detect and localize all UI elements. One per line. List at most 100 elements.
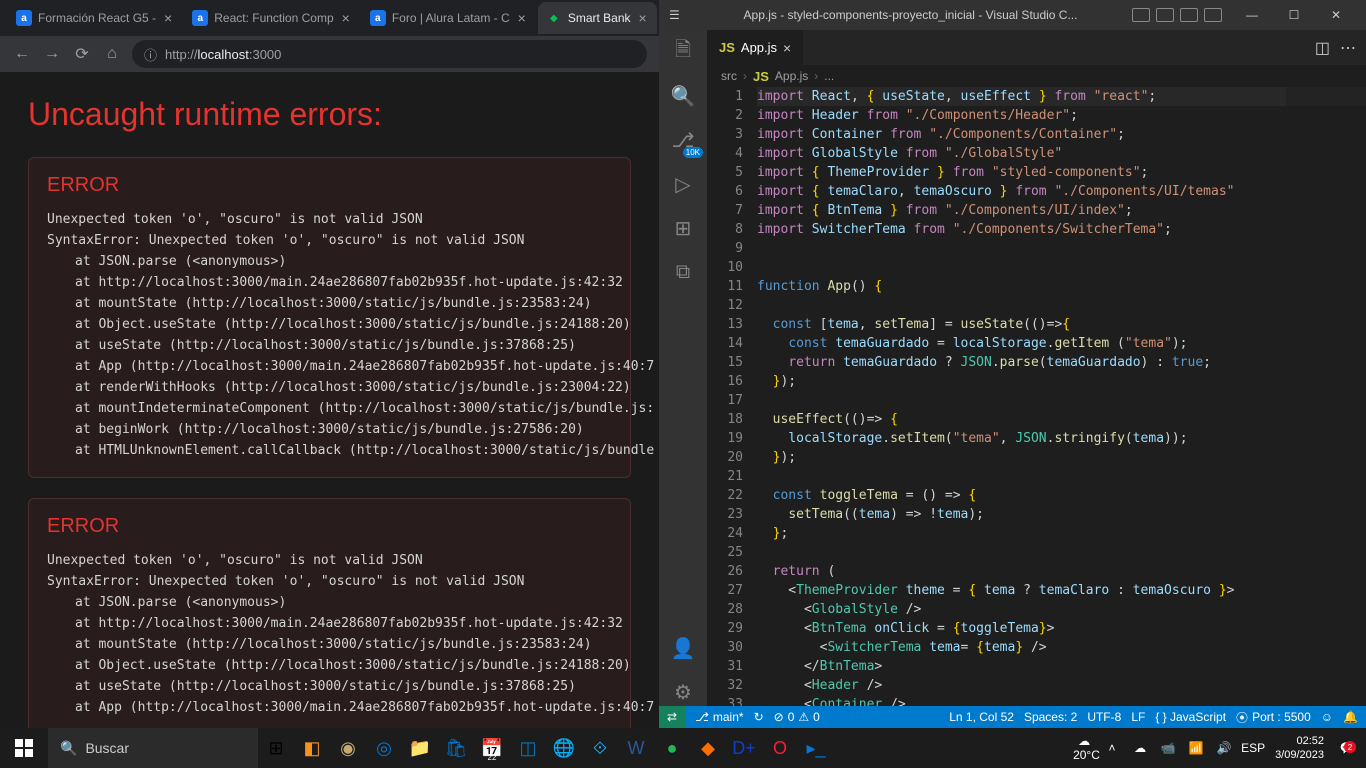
breadcrumb-item[interactable]: ... <box>824 69 834 83</box>
git-branch[interactable]: ⎇ main* <box>695 710 744 724</box>
source-control-icon[interactable]: ⎇ <box>669 126 697 154</box>
js-file-icon: JS <box>753 69 769 84</box>
system-tray: ☁ 20°C ˄ ☁ 📹 📶 🔊 ESP 02:52 3/09/2023 💬 <box>1073 734 1366 762</box>
app-icon-fusion[interactable]: ◧ <box>294 728 330 768</box>
app-icon-opera[interactable]: O <box>762 728 798 768</box>
browser-tab-1[interactable]: aReact: Function Comp× <box>184 2 360 34</box>
explorer-icon[interactable]: 🗎 <box>669 38 697 66</box>
app-icon-vscode[interactable]: ⟐ <box>582 728 618 768</box>
weather-widget[interactable]: ☁ 20°C <box>1073 734 1095 762</box>
editor-tab-close-icon[interactable]: × <box>783 40 791 56</box>
site-info-icon[interactable]: ⓘ <box>144 45 157 64</box>
tray-overflow-icon[interactable]: ˄ <box>1101 741 1123 755</box>
nav-forward-icon[interactable]: → <box>42 45 62 63</box>
debug-icon[interactable]: ▷ <box>669 170 697 198</box>
layout-btn-2[interactable] <box>1156 8 1174 22</box>
code-editor[interactable]: 1234567891011121314151617181920212223242… <box>707 87 1366 706</box>
layout-btn-3[interactable] <box>1180 8 1198 22</box>
tab-label-1: React: Function Comp <box>214 11 333 25</box>
browser-tab-0[interactable]: aFormación React G5 -× <box>8 2 182 34</box>
cursor-position[interactable]: Ln 1, Col 52 <box>949 710 1014 724</box>
wifi-icon[interactable]: 📶 <box>1185 741 1207 755</box>
browser-tab-3[interactable]: ◆Smart Bank× <box>538 2 657 34</box>
error-summary-1: Unexpected token 'o', "oscuro" is not va… <box>47 550 612 571</box>
hamburger-icon[interactable]: ☰ <box>669 8 689 22</box>
app-icon-calendar[interactable]: 📅 <box>474 728 510 768</box>
breadcrumb-item[interactable]: App.js <box>775 69 808 83</box>
tab-label-3: Smart Bank <box>568 11 631 25</box>
notifications-icon[interactable]: 🔔 <box>1343 710 1358 724</box>
task-view-icon[interactable]: ⊞ <box>258 728 294 768</box>
app-icon-spotify[interactable]: ● <box>654 728 690 768</box>
extensions-icon[interactable]: ⊞ <box>669 214 697 242</box>
vscode-titlebar[interactable]: ☰ App.js - styled-components-proyecto_in… <box>659 0 1366 30</box>
action-center-icon[interactable]: 💬 <box>1336 741 1358 755</box>
split-editor-icon[interactable]: ◫ <box>1315 38 1330 58</box>
minimize-icon[interactable]: — <box>1232 0 1272 30</box>
remote-icon[interactable]: ⧉ <box>669 258 697 286</box>
more-actions-icon[interactable]: ⋯ <box>1340 38 1356 58</box>
live-server-port[interactable]: ⦿ Port : 5500 <box>1236 709 1311 726</box>
onedrive-icon[interactable]: ☁ <box>1129 741 1151 755</box>
app-icon-trello[interactable]: ◫ <box>510 728 546 768</box>
app-icon-misc[interactable]: ◆ <box>690 728 726 768</box>
app-icon-word[interactable]: W <box>618 728 654 768</box>
error-summary-0: Unexpected token 'o', "oscuro" is not va… <box>47 209 612 230</box>
nav-home-icon[interactable]: ⌂ <box>102 45 122 63</box>
diagnostics[interactable]: ⊘ 0 ⚠ 0 <box>774 710 820 724</box>
sync-icon[interactable]: ↻ <box>754 710 764 724</box>
layout-btn-4[interactable] <box>1204 8 1222 22</box>
clock[interactable]: 02:52 3/09/2023 <box>1269 734 1330 762</box>
breadcrumb-item[interactable]: src <box>721 69 737 83</box>
eol[interactable]: LF <box>1131 710 1145 724</box>
breadcrumb[interactable]: src › JS App.js › ... <box>707 65 1366 87</box>
search-icon: 🔍 <box>60 740 77 757</box>
windows-taskbar: 🔍 Buscar ⊞ ◧ ◉ ◎ 📁 🛍 📅 ◫ 🌐 ⟐ W ● ◆ D+ O … <box>0 728 1366 768</box>
app-icon-terminal[interactable]: ▸_ <box>798 728 834 768</box>
volume-icon[interactable]: 🔊 <box>1213 741 1235 755</box>
browser-viewport: Uncaught runtime errors: ERROR Unexpecte… <box>0 72 659 728</box>
remote-indicator[interactable]: ⇄ <box>659 706 685 728</box>
js-file-icon: JS <box>719 40 735 55</box>
app-icon-store[interactable]: 🛍 <box>438 728 474 768</box>
url-bar[interactable]: ⓘ http://localhost:3000 <box>132 40 647 68</box>
stack-line: at beginWork (http://localhost:3000/stat… <box>47 419 612 440</box>
maximize-icon[interactable]: ☐ <box>1274 0 1314 30</box>
indentation[interactable]: Spaces: 2 <box>1024 710 1077 724</box>
chevron-right-icon: › <box>743 69 747 83</box>
taskbar-search[interactable]: 🔍 Buscar <box>48 728 258 768</box>
app-icon-explorer[interactable]: 📁 <box>402 728 438 768</box>
app-icon-chrome[interactable]: 🌐 <box>546 728 582 768</box>
language-mode[interactable]: { } JavaScript <box>1155 710 1226 724</box>
app-icon-disney[interactable]: D+ <box>726 728 762 768</box>
feedback-icon[interactable]: ☺ <box>1321 710 1333 724</box>
search-icon[interactable]: 🔍 <box>669 82 697 110</box>
nav-reload-icon[interactable]: ⟳ <box>72 44 92 64</box>
tab-close-2[interactable]: × <box>516 10 528 26</box>
stack-line: at useState (http://localhost:3000/stati… <box>47 676 612 697</box>
settings-icon[interactable]: ⚙ <box>669 678 697 706</box>
app-icon-edge[interactable]: ◎ <box>366 728 402 768</box>
line-gutter: 1234567891011121314151617181920212223242… <box>707 87 757 706</box>
account-icon[interactable]: 👤 <box>669 634 697 662</box>
tab-favicon-2: a <box>370 10 386 26</box>
stack-line: at http://localhost:3000/main.24ae286807… <box>47 613 612 634</box>
input-language[interactable]: ESP <box>1241 741 1263 755</box>
encoding[interactable]: UTF-8 <box>1087 710 1121 724</box>
meet-now-icon[interactable]: 📹 <box>1157 741 1179 755</box>
editor-tab-appjs[interactable]: JS App.js × <box>707 30 804 65</box>
clock-date: 3/09/2023 <box>1275 748 1324 762</box>
tab-close-1[interactable]: × <box>340 10 352 26</box>
tab-close-0[interactable]: × <box>162 10 174 26</box>
tab-close-3[interactable]: × <box>637 10 649 26</box>
start-button[interactable] <box>0 728 48 768</box>
minimap[interactable] <box>1286 87 1366 706</box>
app-icon-lol[interactable]: ◉ <box>330 728 366 768</box>
nav-back-icon[interactable]: ← <box>12 45 32 63</box>
close-icon[interactable]: ✕ <box>1316 0 1356 30</box>
stack-line: at http://localhost:3000/main.24ae286807… <box>47 272 612 293</box>
layout-btn-1[interactable] <box>1132 8 1150 22</box>
stack-line: at renderWithHooks (http://localhost:300… <box>47 377 612 398</box>
browser-tab-2[interactable]: aForo | Alura Latam - C× <box>362 2 536 34</box>
code-content[interactable]: import React, { useState, useEffect } fr… <box>757 87 1366 706</box>
